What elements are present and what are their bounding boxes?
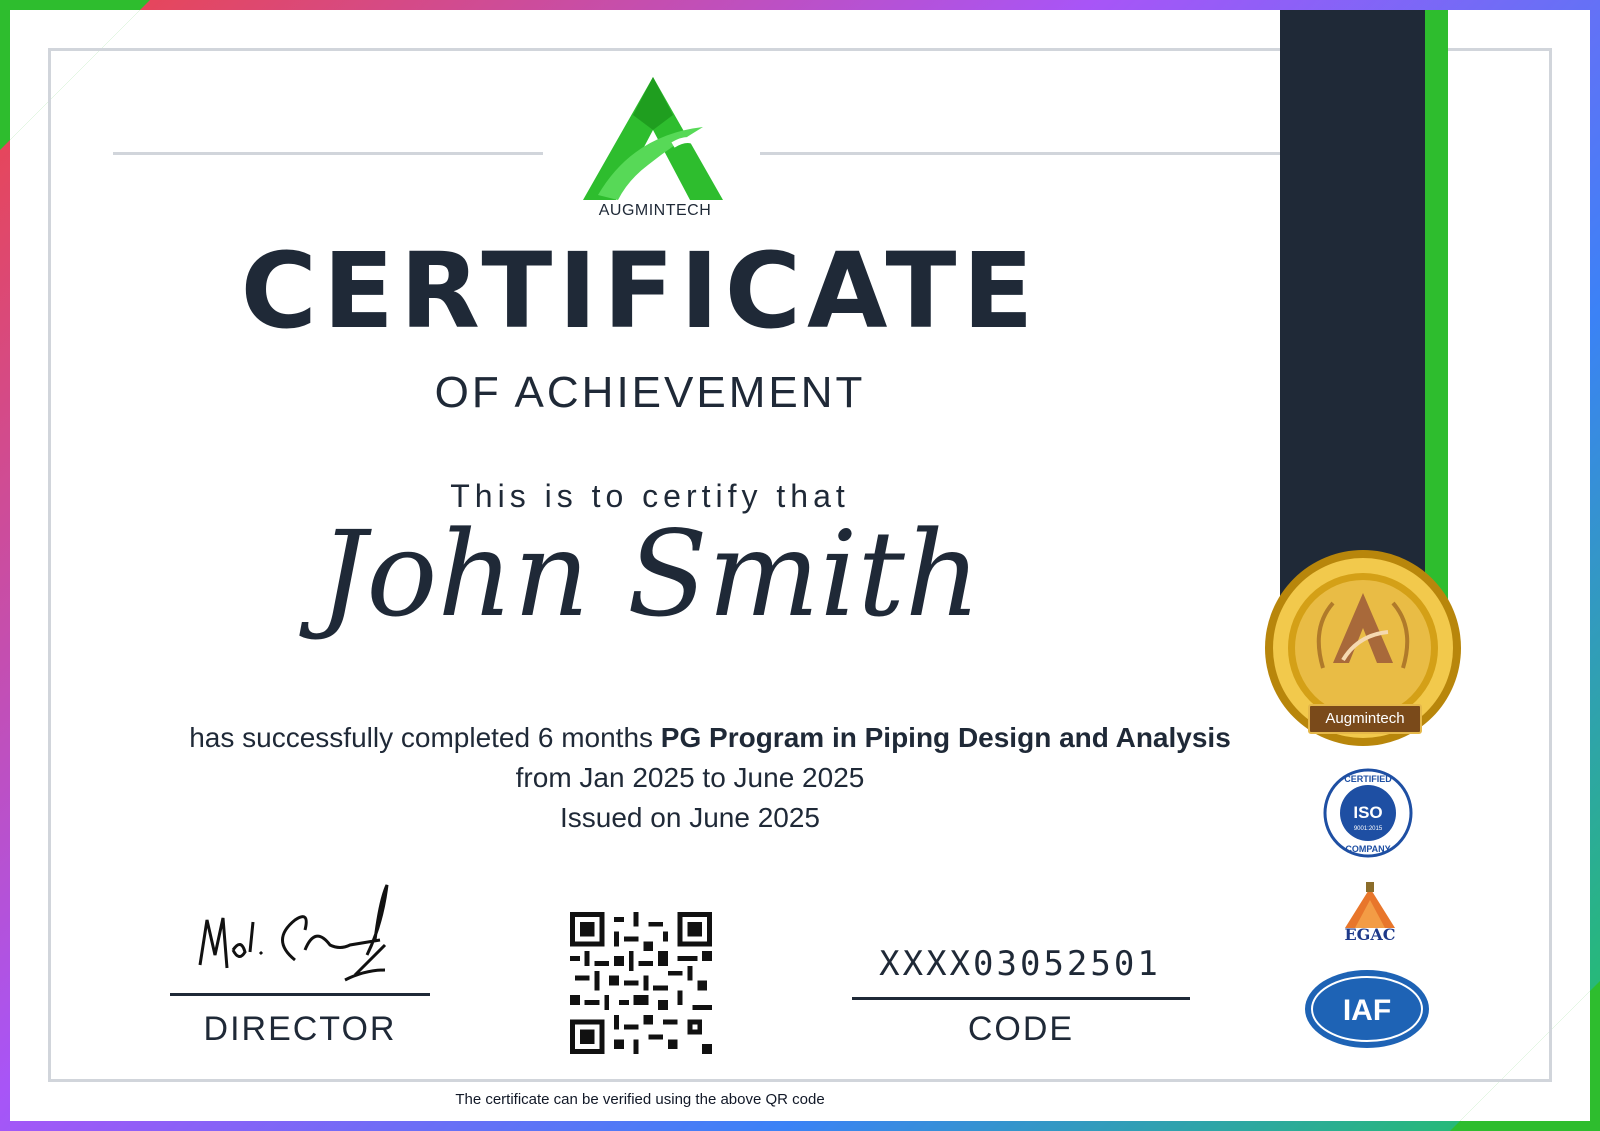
iaf-text: IAF: [1343, 994, 1391, 1027]
issue-date: Issued on June 2025: [560, 802, 820, 833]
iso-center-text: ISO: [1353, 803, 1382, 822]
completion-statement: has successfully completed 6 months PG P…: [110, 722, 1310, 754]
signature-line: [170, 993, 430, 996]
completion-prefix: has successfully completed 6 months: [189, 722, 654, 753]
code-line: [852, 997, 1190, 1000]
director-label: DIRECTOR: [203, 1010, 397, 1048]
iso-bottom-text: COMPANY: [1345, 844, 1390, 854]
certificate-subtitle: OF ACHIEVEMENT: [434, 368, 866, 417]
header-rule-right: [760, 152, 1285, 155]
code-label: CODE: [967, 1010, 1075, 1048]
director-signature-icon: [198, 884, 389, 982]
logo-wordmark: AUGMINTECH: [598, 202, 712, 219]
verification-note: The certificate can be verified using th…: [455, 1091, 825, 1108]
iso-number-text: 9001:2015: [1354, 826, 1383, 832]
iso-top-text: CERTIFIED: [1344, 774, 1392, 784]
egac-label: EGAC: [1344, 925, 1396, 944]
recipient-name: John Smith: [319, 505, 981, 643]
medal-label: Augmintech: [1308, 704, 1422, 734]
program-name: PG Program in Piping Design and Analysis: [660, 722, 1231, 753]
program-period: from Jan 2025 to June 2025: [515, 762, 865, 793]
certificate-title: CERTIFICATE: [240, 230, 1040, 352]
ribbon-dark-stripe: [1280, 10, 1425, 610]
verification-qr-code[interactable]: [570, 912, 712, 1054]
certificate-code: XXXX03052501: [879, 944, 1161, 984]
header-rule-left: [113, 152, 543, 155]
augmintech-logo-icon: [583, 77, 723, 200]
iaf-mla-badge-icon: IAF: [1305, 970, 1429, 1048]
iso-certified-badge-icon: ISO 9001:2015 CERTIFIED COMPANY: [1323, 768, 1413, 858]
